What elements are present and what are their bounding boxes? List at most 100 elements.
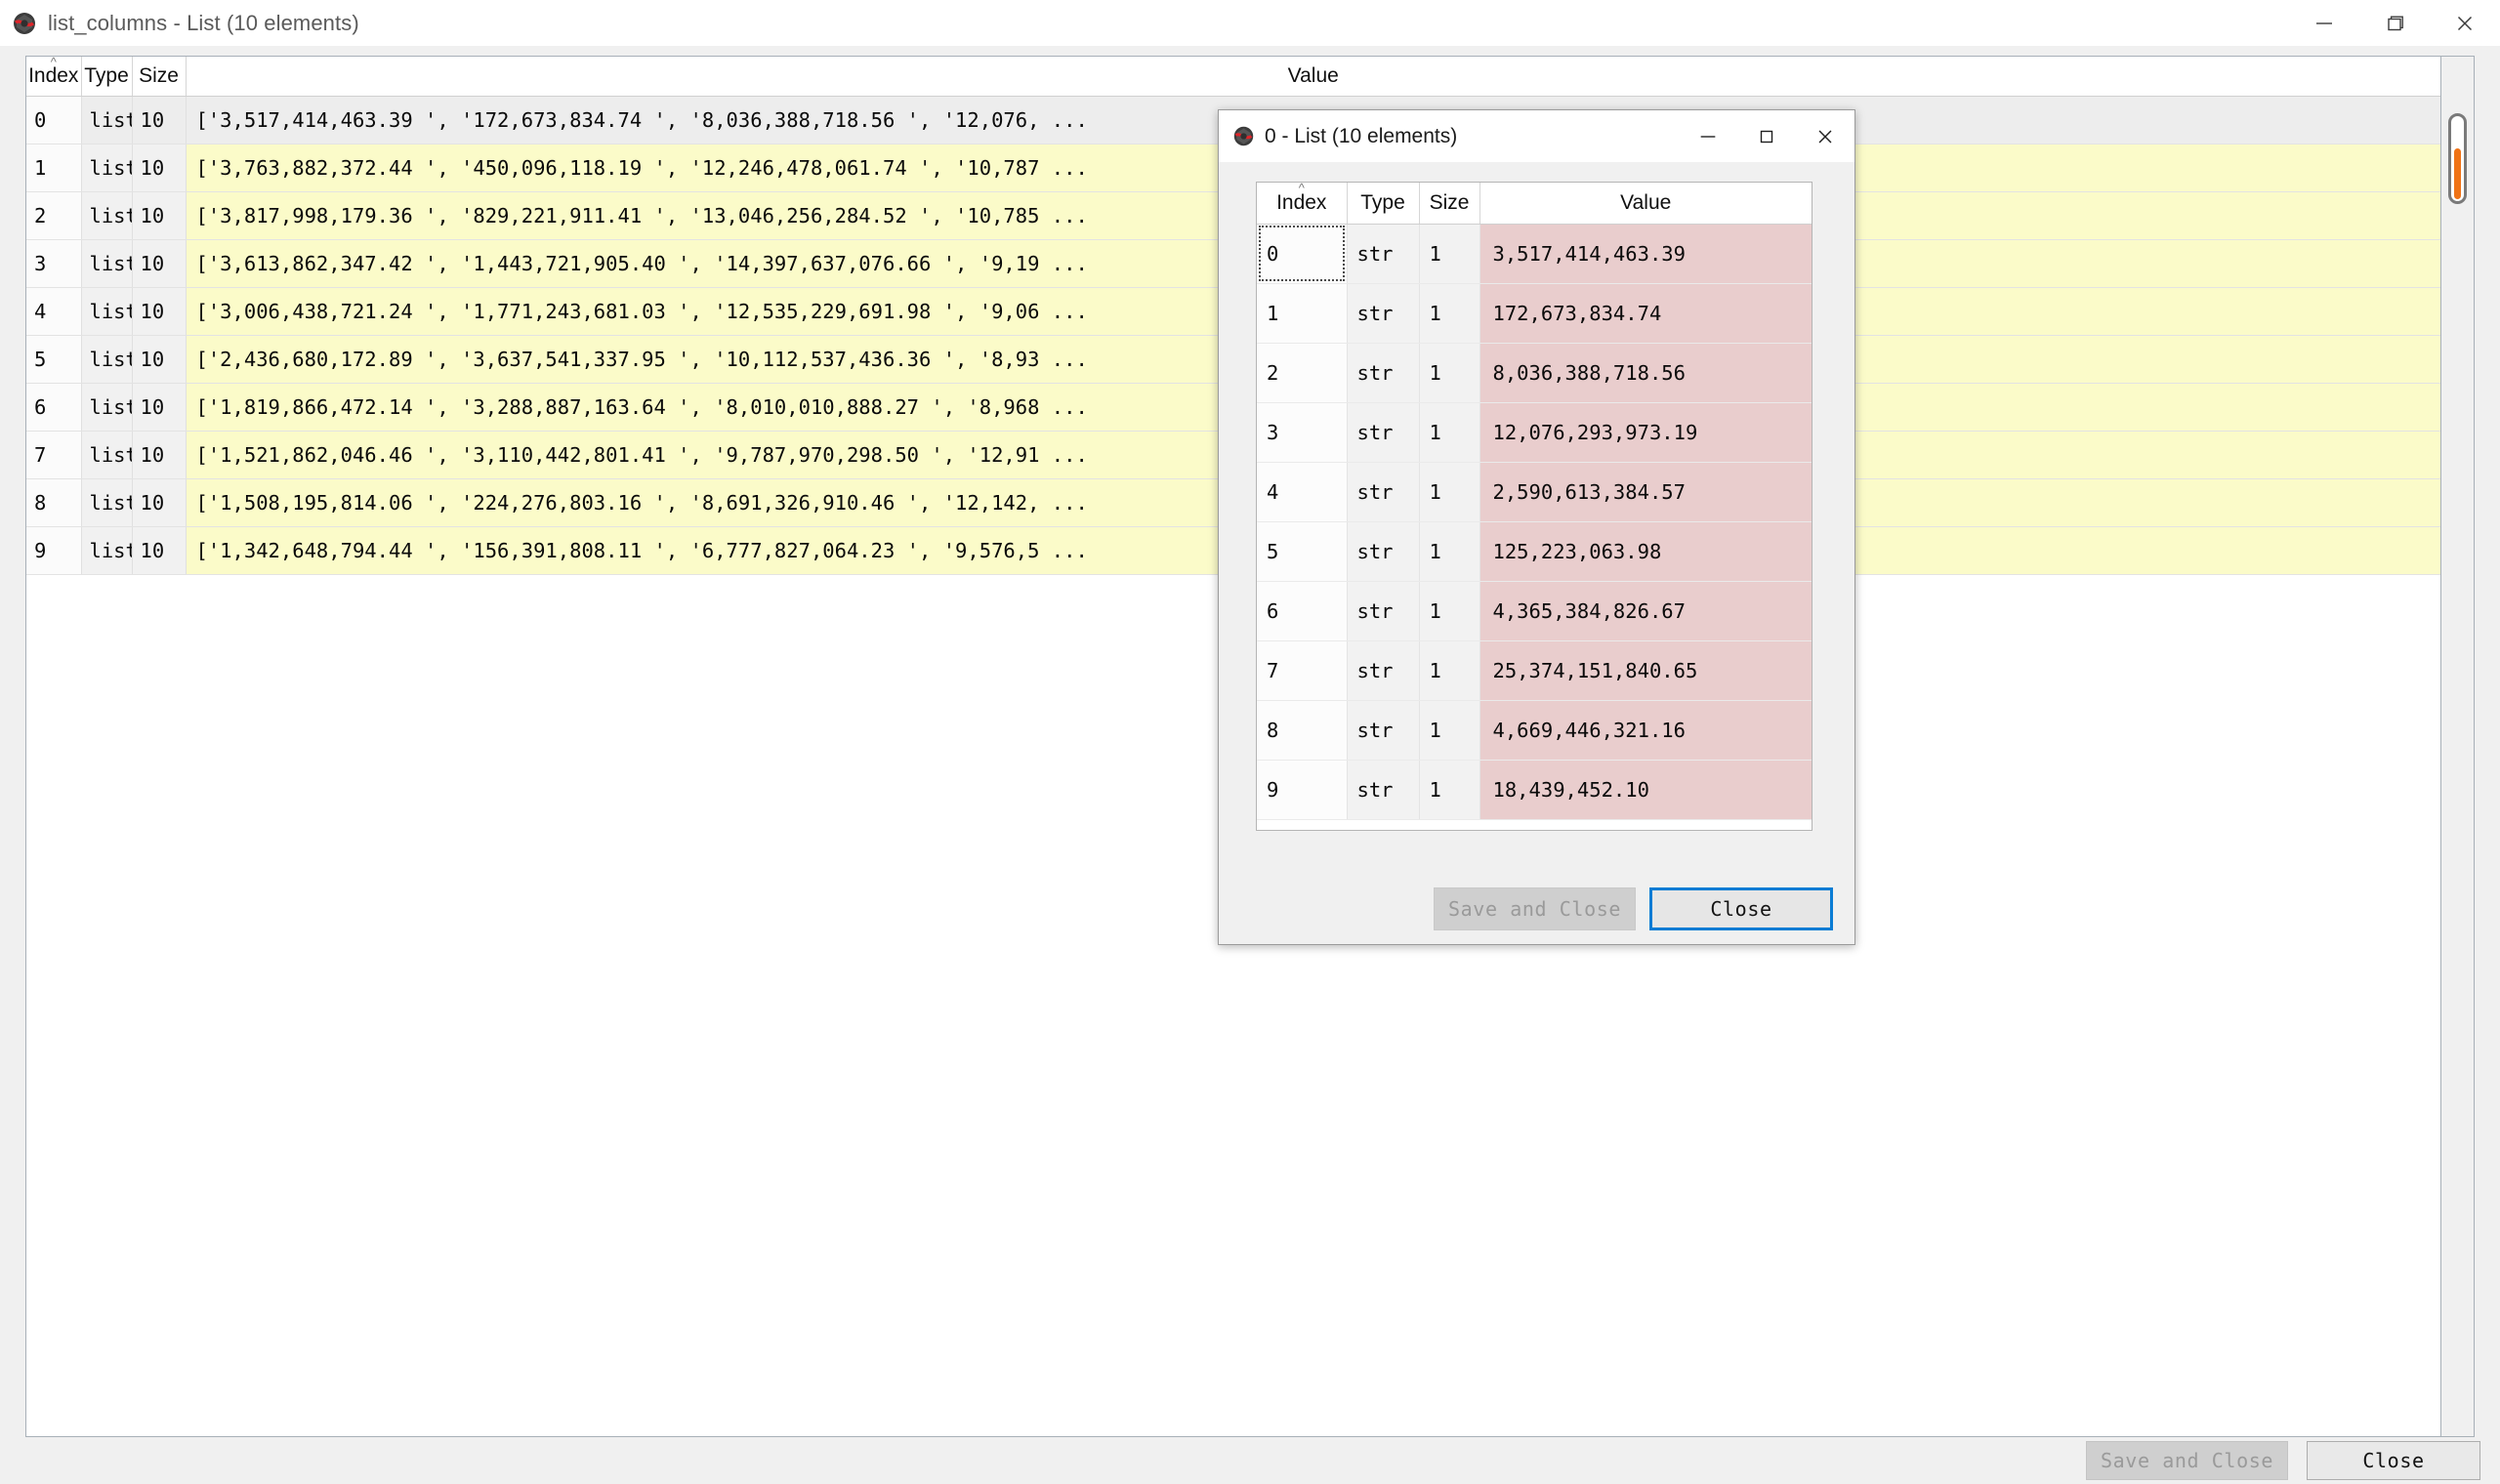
dialog-cell-type[interactable]: str — [1347, 462, 1420, 522]
dialog-cell-index[interactable]: 7 — [1257, 640, 1348, 701]
dialog-cell-size[interactable]: 1 — [1419, 581, 1480, 641]
dialog-table-row[interactable]: 3 str 1 12,076,293,973.19 — [1257, 402, 1812, 463]
column-header-size[interactable]: Size — [132, 57, 187, 97]
dialog-cell-type[interactable]: str — [1347, 283, 1420, 344]
dialog-cell-index[interactable]: 6 — [1257, 581, 1348, 641]
cell-type[interactable]: list — [81, 335, 133, 384]
cell-index[interactable]: 7 — [26, 431, 82, 479]
column-header-value[interactable]: Value — [186, 57, 2440, 97]
dialog-table-frame[interactable]: ^ Index Type Size Value 0 str 1 3,517,41… — [1256, 182, 1812, 831]
dialog-cell-index[interactable]: 1 — [1257, 283, 1348, 344]
cell-type[interactable]: list — [81, 144, 133, 192]
minimize-icon[interactable] — [1679, 110, 1737, 162]
dialog-cell-index[interactable]: 9 — [1257, 760, 1348, 820]
cell-size[interactable]: 10 — [132, 526, 187, 575]
cell-index[interactable]: 1 — [26, 144, 82, 192]
cell-type[interactable]: list — [81, 526, 133, 575]
dialog-column-header-type[interactable]: Type — [1347, 183, 1420, 225]
dialog-table-row[interactable]: 7 str 1 25,374,151,840.65 — [1257, 640, 1812, 701]
dialog-column-header-size[interactable]: Size — [1419, 183, 1480, 225]
dialog-cell-type[interactable]: str — [1347, 581, 1420, 641]
dialog-cell-value[interactable]: 12,076,293,973.19 — [1479, 402, 1812, 463]
column-header-index[interactable]: ^ Index — [26, 57, 82, 97]
dialog-cell-index[interactable]: 2 — [1257, 343, 1348, 403]
dialog-table-row[interactable]: 8 str 1 4,669,446,321.16 — [1257, 700, 1812, 761]
cell-index[interactable]: 2 — [26, 191, 82, 240]
cell-index[interactable]: 5 — [26, 335, 82, 384]
cell-size[interactable]: 10 — [132, 96, 187, 144]
dialog-cell-size[interactable]: 1 — [1419, 343, 1480, 403]
dialog-cell-value[interactable]: 18,439,452.10 — [1479, 760, 1812, 820]
cell-type[interactable]: list — [81, 287, 133, 336]
cell-size[interactable]: 10 — [132, 239, 187, 288]
cell-size[interactable]: 10 — [132, 383, 187, 432]
dialog-table-row[interactable]: 0 str 1 3,517,414,463.39 — [1257, 224, 1812, 284]
minimize-icon[interactable] — [2289, 0, 2359, 46]
dialog-cell-size[interactable]: 1 — [1419, 521, 1480, 582]
vertical-scrollbar[interactable] — [2440, 57, 2474, 1436]
close-icon[interactable] — [2430, 0, 2500, 46]
dialog-column-header-value[interactable]: Value — [1479, 183, 1812, 225]
dialog-cell-value[interactable]: 8,036,388,718.56 — [1479, 343, 1812, 403]
cell-type[interactable]: list — [81, 478, 133, 527]
cell-index[interactable]: 9 — [26, 526, 82, 575]
dialog-cell-type[interactable]: str — [1347, 402, 1420, 463]
dialog-cell-type[interactable]: str — [1347, 700, 1420, 761]
cell-size[interactable]: 10 — [132, 287, 187, 336]
dialog-cell-value[interactable]: 25,374,151,840.65 — [1479, 640, 1812, 701]
cell-size[interactable]: 10 — [132, 335, 187, 384]
cell-type[interactable]: list — [81, 383, 133, 432]
cell-index[interactable]: 6 — [26, 383, 82, 432]
maximize-icon[interactable] — [2359, 0, 2430, 46]
save-and-close-button[interactable]: Save and Close — [2086, 1441, 2288, 1480]
dialog-cell-type[interactable]: str — [1347, 224, 1420, 284]
dialog-cell-size[interactable]: 1 — [1419, 462, 1480, 522]
dialog-cell-size[interactable]: 1 — [1419, 283, 1480, 344]
column-header-type[interactable]: Type — [81, 57, 133, 97]
dialog-table-row[interactable]: 6 str 1 4,365,384,826.67 — [1257, 581, 1812, 641]
dialog-table-row[interactable]: 1 str 1 172,673,834.74 — [1257, 283, 1812, 344]
maximize-icon[interactable] — [1737, 110, 1796, 162]
dialog-cell-index[interactable]: 8 — [1257, 700, 1348, 761]
dialog-cell-index[interactable]: 3 — [1257, 402, 1348, 463]
dialog-cell-size[interactable]: 1 — [1419, 402, 1480, 463]
dialog-cell-type[interactable]: str — [1347, 760, 1420, 820]
dialog-cell-size[interactable]: 1 — [1419, 760, 1480, 820]
dialog-table-row[interactable]: 2 str 1 8,036,388,718.56 — [1257, 343, 1812, 403]
dialog-cell-size[interactable]: 1 — [1419, 640, 1480, 701]
cell-index[interactable]: 8 — [26, 478, 82, 527]
dialog-cell-value[interactable]: 2,590,613,384.57 — [1479, 462, 1812, 522]
cell-size[interactable]: 10 — [132, 478, 187, 527]
vertical-scrollbar-thumb[interactable] — [2448, 113, 2467, 204]
dialog-cell-index[interactable]: 0 — [1257, 224, 1348, 284]
cell-size[interactable]: 10 — [132, 191, 187, 240]
cell-index[interactable]: 4 — [26, 287, 82, 336]
cell-size[interactable]: 10 — [132, 144, 187, 192]
dialog-cell-index[interactable]: 4 — [1257, 462, 1348, 522]
dialog-cell-value[interactable]: 172,673,834.74 — [1479, 283, 1812, 344]
cell-type[interactable]: list — [81, 96, 133, 144]
cell-type[interactable]: list — [81, 239, 133, 288]
dialog-cell-type[interactable]: str — [1347, 521, 1420, 582]
close-button[interactable]: Close — [2307, 1441, 2480, 1480]
cell-size[interactable]: 10 — [132, 431, 187, 479]
dialog-cell-type[interactable]: str — [1347, 640, 1420, 701]
cell-index[interactable]: 0 — [26, 96, 82, 144]
dialog-cell-size[interactable]: 1 — [1419, 224, 1480, 284]
dialog-save-and-close-button[interactable]: Save and Close — [1434, 887, 1636, 930]
cell-type[interactable]: list — [81, 431, 133, 479]
dialog-cell-value[interactable]: 3,517,414,463.39 — [1479, 224, 1812, 284]
dialog-cell-value[interactable]: 4,669,446,321.16 — [1479, 700, 1812, 761]
dialog-cell-value[interactable]: 125,223,063.98 — [1479, 521, 1812, 582]
dialog-table-row[interactable]: 4 str 1 2,590,613,384.57 — [1257, 462, 1812, 522]
dialog-table-row[interactable]: 5 str 1 125,223,063.98 — [1257, 521, 1812, 582]
dialog-table-row[interactable]: 9 str 1 18,439,452.10 — [1257, 760, 1812, 820]
dialog-cell-index[interactable]: 5 — [1257, 521, 1348, 582]
cell-index[interactable]: 3 — [26, 239, 82, 288]
dialog-close-button[interactable]: Close — [1649, 887, 1833, 930]
cell-type[interactable]: list — [81, 191, 133, 240]
dialog-column-header-index[interactable]: ^ Index — [1257, 183, 1348, 225]
dialog-cell-type[interactable]: str — [1347, 343, 1420, 403]
dialog-cell-size[interactable]: 1 — [1419, 700, 1480, 761]
close-icon[interactable] — [1796, 110, 1854, 162]
